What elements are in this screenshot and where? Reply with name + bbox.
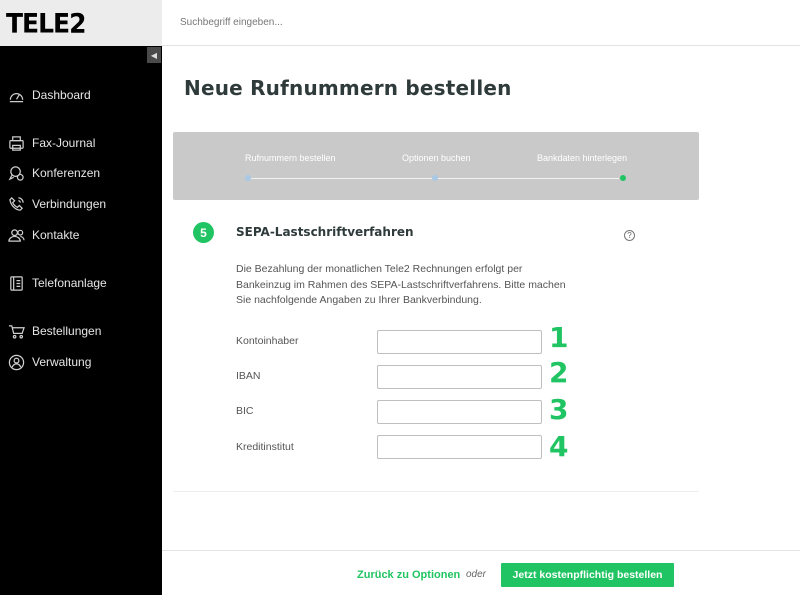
step-dot-done <box>245 175 251 181</box>
sidebar-item-label: Dashboard <box>32 88 91 102</box>
cart-icon <box>0 323 32 340</box>
sidebar: TELE2 ◀ Dashboard Fax-Journal Konferenze… <box>0 0 162 595</box>
section-number-badge: 5 <box>193 222 214 243</box>
iban-label: IBAN <box>236 370 261 382</box>
section-description: Die Bezahlung der monatlichen Tele2 Rech… <box>236 263 566 306</box>
step-label-rufnummern[interactable]: Rufnummern bestellen <box>245 153 336 163</box>
kontoinhaber-input[interactable] <box>377 330 542 354</box>
fax-icon <box>0 135 32 152</box>
footer-bar: Zurück zu Optionen oder Jetzt kostenpfli… <box>162 550 800 595</box>
sidebar-item-dashboard[interactable]: Dashboard <box>0 83 162 107</box>
section-title: SEPA-Lastschriftverfahren <box>236 225 414 239</box>
bic-label: BIC <box>236 405 254 417</box>
annotation-number: 4 <box>549 430 569 463</box>
iban-input[interactable] <box>377 365 542 389</box>
sidebar-item-telefonanlage[interactable]: Telefonanlage <box>0 271 162 295</box>
submit-order-button[interactable]: Jetzt kostenpflichtig bestellen <box>501 563 674 587</box>
user-circle-icon <box>0 354 32 371</box>
search-input[interactable] <box>180 11 600 33</box>
sidebar-item-kontakte[interactable]: Kontakte <box>0 223 162 247</box>
sidebar-item-verwaltung[interactable]: Verwaltung <box>0 350 162 374</box>
step-dot-done <box>432 175 438 181</box>
top-bar <box>162 0 800 46</box>
sidebar-collapse-button[interactable]: ◀ <box>147 47 161 63</box>
progress-stepper: Rufnummern bestellen Optionen buchen Ban… <box>173 132 699 200</box>
logo-area: TELE2 <box>0 0 162 46</box>
phone-system-icon <box>0 275 32 292</box>
kontoinhaber-label: Kontoinhaber <box>236 335 299 347</box>
kreditinstitut-label: Kreditinstitut <box>236 441 294 453</box>
step-label-bankdaten: Bankdaten hinterlegen <box>537 153 628 163</box>
step-label-optionen[interactable]: Optionen buchen <box>402 153 471 163</box>
annotation-number: 2 <box>549 356 569 389</box>
step-dot-active <box>620 175 626 181</box>
sidebar-item-label: Verbindungen <box>32 197 107 211</box>
or-separator: oder <box>466 569 487 580</box>
sidebar-item-konferenzen[interactable]: Konferenzen <box>0 161 162 185</box>
section-divider <box>173 491 699 492</box>
sidebar-item-label: Fax-Journal <box>32 136 96 150</box>
phone-call-icon <box>0 196 32 213</box>
sidebar-item-label: Verwaltung <box>32 355 92 369</box>
sidebar-item-bestellungen[interactable]: Bestellungen <box>0 319 162 343</box>
annotation-number: 1 <box>549 321 569 354</box>
sidebar-item-label: Kontakte <box>32 228 80 242</box>
conference-icon <box>0 165 32 182</box>
page-title: Neue Rufnummern bestellen <box>184 76 512 100</box>
bic-input[interactable] <box>377 400 542 424</box>
sidebar-item-label: Konferenzen <box>32 166 101 180</box>
tele2-logo[interactable]: TELE2 <box>6 8 87 38</box>
sidebar-item-label: Bestellungen <box>32 324 102 338</box>
back-to-options-link[interactable]: Zurück zu Optionen <box>357 569 460 581</box>
kreditinstitut-input[interactable] <box>377 435 542 459</box>
contacts-icon <box>0 227 32 244</box>
help-icon[interactable]: ? <box>624 230 635 241</box>
sidebar-item-label: Telefonanlage <box>32 276 107 290</box>
sidebar-item-fax-journal[interactable]: Fax-Journal <box>0 131 162 155</box>
annotation-number: 3 <box>549 393 569 426</box>
speedometer-icon <box>0 87 32 104</box>
sidebar-item-verbindungen[interactable]: Verbindungen <box>0 192 162 216</box>
